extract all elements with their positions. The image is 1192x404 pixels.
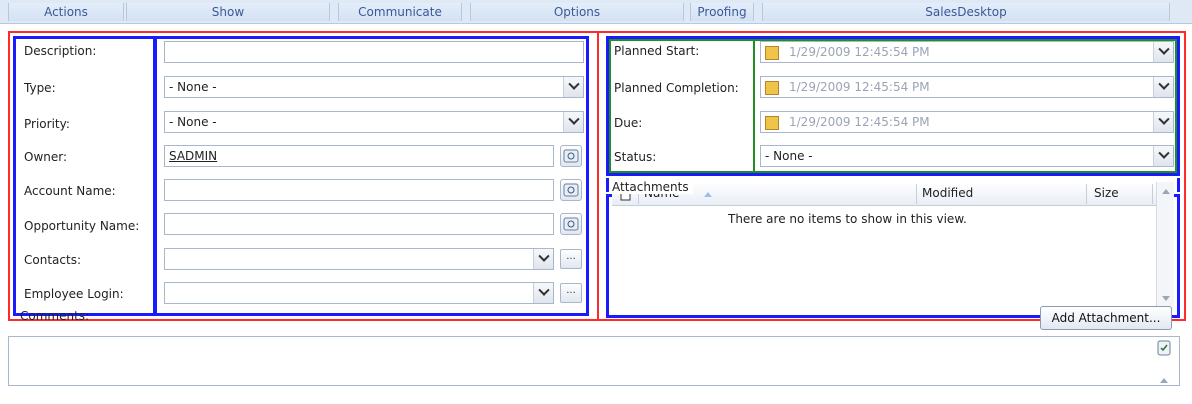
employee-login-label: Employee Login:	[24, 287, 124, 301]
chevron-down-icon[interactable]	[1153, 77, 1173, 97]
ribbon-group-options: Options	[470, 3, 684, 21]
chevron-down-icon[interactable]	[1153, 112, 1173, 132]
attachments-title: Attachments	[612, 180, 693, 194]
attachments-scrollbar[interactable]	[1156, 182, 1174, 310]
planned-start-value: 1/29/2009 12:45:54 PM	[789, 45, 930, 59]
planned-completion-date-picker[interactable]: 1/29/2009 12:45:54 PM	[760, 76, 1174, 98]
ribbon-group-proofing: Proofing	[690, 3, 754, 21]
account-lookup-button[interactable]	[560, 179, 582, 201]
contacts-ellipsis-button[interactable]: ...	[560, 249, 582, 269]
calendar-icon[interactable]	[765, 80, 779, 95]
spell-check-icon[interactable]	[1157, 340, 1171, 356]
column-header-modified[interactable]: Modified	[922, 186, 973, 200]
account-name-label: Account Name:	[24, 184, 116, 198]
column-divider	[916, 184, 917, 204]
comments-side-tools	[1155, 338, 1173, 384]
chevron-down-icon[interactable]	[1153, 146, 1173, 166]
address-book-icon	[563, 217, 579, 231]
chevron-down-icon[interactable]	[563, 77, 583, 97]
comments-label: Comments:	[20, 309, 90, 323]
column-divider	[1086, 184, 1087, 204]
ribbon-group-actions: Actions	[8, 3, 124, 21]
type-select-value: - None -	[169, 80, 217, 94]
address-book-icon	[563, 183, 579, 197]
chevron-down-icon[interactable]	[563, 112, 583, 132]
calendar-icon[interactable]	[765, 115, 779, 130]
opportunity-lookup-button[interactable]	[560, 213, 582, 235]
status-select-value: - None -	[765, 149, 813, 163]
planned-completion-value: 1/29/2009 12:45:54 PM	[789, 80, 930, 94]
description-input[interactable]	[164, 41, 584, 63]
opportunity-name-input[interactable]	[164, 213, 554, 235]
chevron-down-icon[interactable]	[533, 249, 553, 269]
ribbon-group-labels: Actions Show Communicate Options Proofin…	[0, 0, 1192, 24]
scroll-up-icon[interactable]	[1162, 189, 1170, 194]
planned-completion-label: Planned Completion:	[614, 81, 739, 95]
column-divider	[1152, 184, 1153, 204]
status-label: Status:	[614, 150, 657, 164]
planned-start-label: Planned Start:	[614, 44, 700, 58]
owner-input[interactable]: SADMIN	[164, 145, 554, 167]
ribbon-group-show: Show	[126, 3, 330, 21]
label-column-highlight	[13, 36, 156, 316]
employee-login-ellipsis-button[interactable]: ...	[560, 283, 582, 303]
priority-select-value: - None -	[169, 115, 217, 129]
scroll-up-icon[interactable]	[1160, 378, 1168, 383]
priority-label: Priority:	[24, 117, 70, 131]
calendar-icon[interactable]	[765, 45, 779, 60]
chevron-down-icon[interactable]	[1153, 42, 1173, 62]
contacts-select[interactable]	[164, 248, 554, 270]
employee-login-select[interactable]	[164, 282, 554, 304]
status-select[interactable]: - None -	[760, 145, 1174, 167]
address-book-icon	[563, 149, 579, 163]
owner-value: SADMIN	[169, 149, 218, 163]
account-name-input[interactable]	[164, 179, 554, 201]
chevron-down-icon[interactable]	[533, 283, 553, 303]
ribbon-group-communicate: Communicate	[338, 3, 462, 21]
due-date-picker[interactable]: 1/29/2009 12:45:54 PM	[760, 111, 1174, 133]
description-label: Description:	[24, 44, 97, 58]
due-value: 1/29/2009 12:45:54 PM	[789, 115, 930, 129]
attachments-empty-message: There are no items to show in this view.	[728, 212, 967, 226]
owner-label: Owner:	[24, 150, 68, 164]
ribbon-group-salesdesktop: SalesDesktop	[762, 3, 1170, 21]
attachments-grid-header: Name Modified Size	[612, 182, 1172, 206]
sort-ascending-icon	[704, 192, 712, 197]
priority-select[interactable]: - None -	[164, 111, 584, 133]
owner-lookup-button[interactable]	[560, 145, 582, 167]
planned-start-date-picker[interactable]: 1/29/2009 12:45:54 PM	[760, 41, 1174, 63]
column-header-size[interactable]: Size	[1094, 186, 1119, 200]
type-label: Type:	[24, 81, 56, 95]
opportunity-name-label: Opportunity Name:	[24, 219, 140, 233]
contacts-label: Contacts:	[24, 253, 81, 267]
comments-textarea[interactable]	[8, 336, 1180, 386]
add-attachment-button[interactable]: Add Attachment...	[1040, 306, 1172, 330]
scroll-down-icon[interactable]	[1162, 296, 1170, 301]
type-select[interactable]: - None -	[164, 76, 584, 98]
due-label: Due:	[614, 116, 643, 130]
